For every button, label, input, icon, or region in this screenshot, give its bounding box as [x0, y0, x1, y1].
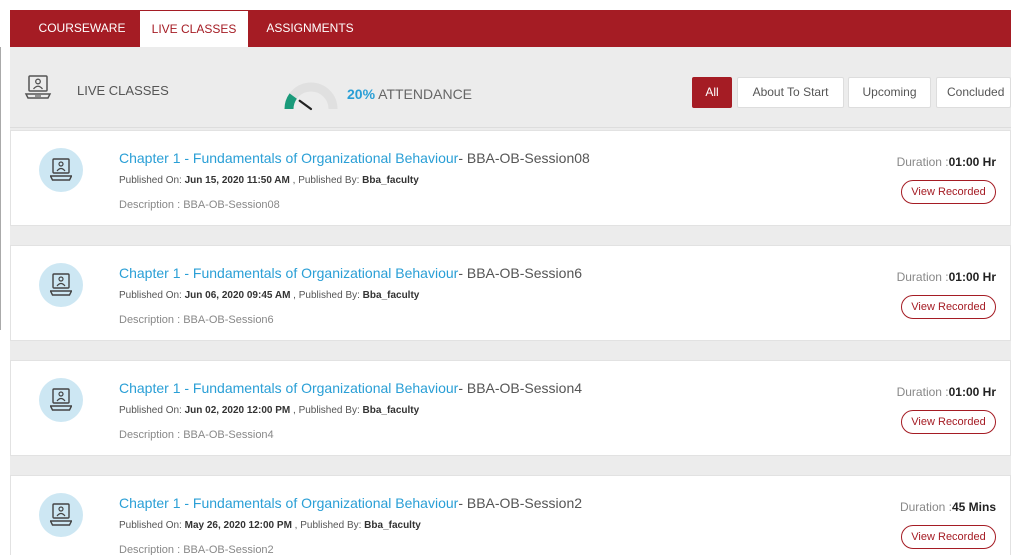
class-title[interactable]: Chapter 1 - Fundamentals of Organization… [119, 265, 582, 281]
presenter-laptop-icon [50, 158, 72, 181]
class-avatar [39, 378, 83, 422]
class-card: Chapter 1 - Fundamentals of Organization… [10, 130, 1011, 226]
presenter-laptop-icon [50, 503, 72, 526]
class-avatar [39, 493, 83, 537]
session-name: - BBA-OB-Session08 [458, 150, 590, 166]
duration-label: Duration : [899, 500, 952, 514]
class-description: Description : BBA-OB-Session4 [119, 429, 274, 441]
page-title: LIVE CLASSES [77, 83, 169, 98]
class-avatar [39, 263, 83, 307]
published-on-label: Published On: [119, 520, 185, 531]
filter-all[interactable]: All [692, 77, 732, 108]
duration-label: Duration : [896, 270, 949, 284]
filter-concluded[interactable]: Concluded [936, 77, 1011, 108]
live-classes-header: LIVE CLASSES 20% ATTENDANCE All About To… [10, 47, 1011, 127]
tab-live-classes[interactable]: LIVE CLASSES [140, 11, 248, 47]
duration-value: 01:00 Hr [948, 270, 996, 284]
left-rule [0, 47, 1, 330]
class-avatar [39, 148, 83, 192]
attendance-percent: 20% [347, 86, 376, 102]
published-info: Published On: May 26, 2020 12:00 PM , Pu… [119, 520, 421, 531]
published-by-label: , Published By: [290, 405, 363, 416]
class-card: Chapter 1 - Fundamentals of Organization… [10, 360, 1011, 456]
top-nav: COURSEWARE LIVE CLASSES ASSIGNMENTS [10, 10, 1011, 47]
duration-value: 01:00 Hr [948, 155, 996, 169]
presenter-laptop-icon [50, 388, 72, 411]
tab-courseware[interactable]: COURSEWARE [30, 10, 134, 47]
filter-upcoming[interactable]: Upcoming [848, 77, 931, 108]
chapter-name[interactable]: Chapter 1 - Fundamentals of Organization… [119, 380, 458, 396]
live-class-laptop-icon [24, 75, 52, 99]
class-title[interactable]: Chapter 1 - Fundamentals of Organization… [119, 380, 582, 396]
published-on-label: Published On: [119, 175, 185, 186]
published-info: Published On: Jun 02, 2020 12:00 PM , Pu… [119, 405, 419, 416]
view-recorded-button[interactable]: View Recorded [901, 180, 996, 204]
published-on: May 26, 2020 12:00 PM [184, 520, 292, 531]
published-by-label: , Published By: [289, 175, 363, 186]
published-on-label: Published On: [119, 405, 185, 416]
duration-label: Duration : [896, 155, 949, 169]
filter-about-to-start[interactable]: About To Start [737, 77, 844, 108]
published-on-label: Published On: [119, 290, 185, 301]
class-title[interactable]: Chapter 1 - Fundamentals of Organization… [119, 150, 590, 166]
duration: Duration :01:00 Hr [897, 270, 996, 284]
class-title[interactable]: Chapter 1 - Fundamentals of Organization… [119, 495, 582, 511]
published-on: Jun 06, 2020 09:45 AM [184, 290, 291, 301]
tab-assignments[interactable]: ASSIGNMENTS [254, 10, 366, 47]
class-description: Description : BBA-OB-Session6 [119, 314, 274, 326]
chapter-name[interactable]: Chapter 1 - Fundamentals of Organization… [119, 265, 458, 281]
presenter-laptop-icon [50, 273, 72, 296]
published-on: Jun 02, 2020 12:00 PM [184, 405, 291, 416]
published-by: Bba_faculty [364, 520, 421, 531]
published-by-label: , Published By: [291, 520, 365, 531]
published-info: Published On: Jun 06, 2020 09:45 AM , Pu… [119, 290, 419, 301]
duration: Duration :01:00 Hr [897, 385, 996, 399]
published-on: Jun 15, 2020 11:50 AM [184, 175, 290, 186]
view-recorded-button[interactable]: View Recorded [901, 410, 996, 434]
chapter-name[interactable]: Chapter 1 - Fundamentals of Organization… [119, 495, 458, 511]
session-name: - BBA-OB-Session2 [458, 495, 583, 511]
class-card: Chapter 1 - Fundamentals of Organization… [10, 475, 1011, 555]
view-recorded-button[interactable]: View Recorded [901, 525, 996, 549]
header-divider [10, 127, 1011, 128]
attendance-text: 20% ATTENDANCE [347, 86, 472, 102]
duration: Duration :45 Mins [900, 500, 996, 514]
published-by-label: , Published By: [290, 290, 363, 301]
attendance-label: ATTENDANCE [378, 86, 473, 102]
class-description: Description : BBA-OB-Session2 [119, 544, 274, 555]
published-by: Bba_faculty [362, 405, 420, 416]
attendance-gauge [284, 82, 338, 111]
class-card: Chapter 1 - Fundamentals of Organization… [10, 245, 1011, 341]
published-by: Bba_faculty [362, 175, 419, 186]
chapter-name[interactable]: Chapter 1 - Fundamentals of Organization… [119, 150, 458, 166]
duration: Duration :01:00 Hr [897, 155, 996, 169]
duration-value: 45 Mins [951, 500, 996, 514]
class-description: Description : BBA-OB-Session08 [119, 199, 280, 211]
session-name: - BBA-OB-Session4 [458, 380, 583, 396]
session-name: - BBA-OB-Session6 [458, 265, 583, 281]
duration-label: Duration : [896, 385, 949, 399]
main-content: LIVE CLASSES 20% ATTENDANCE All About To… [10, 47, 1011, 555]
published-by: Bba_faculty [362, 290, 420, 301]
view-recorded-button[interactable]: View Recorded [901, 295, 996, 319]
duration-value: 01:00 Hr [948, 385, 996, 399]
published-info: Published On: Jun 15, 2020 11:50 AM , Pu… [119, 175, 419, 186]
